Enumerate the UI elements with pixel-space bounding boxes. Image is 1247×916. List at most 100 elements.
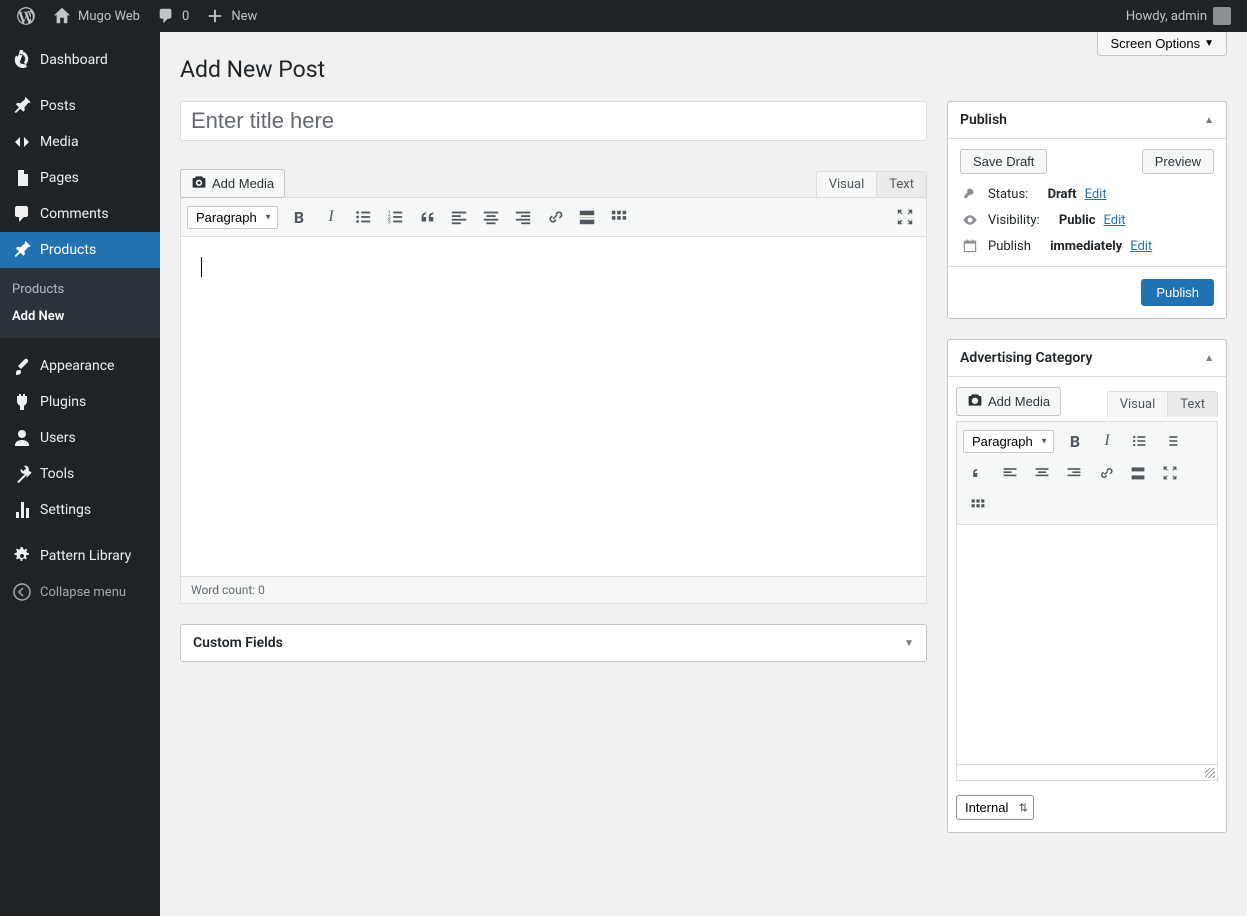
bullet-list-button[interactable] <box>348 202 378 232</box>
adv-readmore-button[interactable] <box>1123 458 1153 488</box>
adv-bullet-list-button[interactable] <box>1124 426 1154 456</box>
submenu-add-new[interactable]: Add New <box>0 303 160 330</box>
brush-icon <box>12 356 32 376</box>
wordpress-icon <box>16 6 36 26</box>
add-media-label: Add Media <box>212 176 274 191</box>
sidebar-item-dashboard[interactable]: Dashboard <box>0 42 160 78</box>
home-icon <box>52 6 72 26</box>
page-icon <box>12 168 32 188</box>
editor-content[interactable] <box>180 237 927 577</box>
collapse-icon <box>12 582 32 602</box>
sidebar-item-pattern-library[interactable]: Pattern Library <box>0 538 160 574</box>
adv-align-left-button[interactable] <box>995 458 1025 488</box>
sidebar-label-products: Products <box>40 242 96 258</box>
tab-text[interactable]: Text <box>876 171 927 197</box>
publish-heading: Publish <box>960 112 1007 128</box>
bold-button[interactable]: B <box>284 202 314 232</box>
new-item[interactable]: New <box>197 0 265 32</box>
visibility-row: Visibility: Public Edit <box>960 212 1214 228</box>
media-icon <box>12 132 32 152</box>
adv-align-right-button[interactable] <box>1059 458 1089 488</box>
admin-bar: Mugo Web 0 New Howdy, admin <box>0 0 1247 32</box>
toolbar-toggle-button[interactable] <box>604 202 634 232</box>
sidebar-label-tools: Tools <box>40 466 74 482</box>
adv-add-media-label: Add Media <box>988 394 1050 409</box>
quote-button[interactable] <box>412 202 442 232</box>
sidebar-label-plugins: Plugins <box>40 394 86 410</box>
comments-item[interactable]: 0 <box>148 0 197 32</box>
save-draft-button[interactable]: Save Draft <box>960 149 1047 174</box>
sidebar-item-settings[interactable]: Settings <box>0 492 160 528</box>
chevron-up-icon: ▲ <box>1204 353 1214 364</box>
sidebar-item-plugins[interactable]: Plugins <box>0 384 160 420</box>
publish-button[interactable]: Publish <box>1141 279 1214 306</box>
align-left-button[interactable] <box>444 202 474 232</box>
category-select[interactable]: Internal <box>956 795 1034 820</box>
edit-visibility-link[interactable]: Edit <box>1104 213 1126 228</box>
advertising-toggle[interactable]: Advertising Category ▲ <box>948 340 1226 377</box>
submenu-products[interactable]: Products <box>0 276 160 303</box>
sidebar-item-products[interactable]: Products <box>0 232 160 268</box>
adv-add-media-button[interactable]: Add Media <box>956 387 1061 416</box>
sidebar-item-users[interactable]: Users <box>0 420 160 456</box>
chevron-down-icon: ▼ <box>904 638 914 649</box>
user-icon <box>12 428 32 448</box>
adv-bold-button[interactable]: B <box>1060 426 1090 456</box>
edit-status-link[interactable]: Edit <box>1085 187 1107 202</box>
align-right-button[interactable] <box>508 202 538 232</box>
publish-box: Publish ▲ Save Draft Preview <box>947 101 1227 319</box>
publish-toggle[interactable]: Publish ▲ <box>948 102 1226 139</box>
adv-fullscreen-button[interactable] <box>1155 458 1185 488</box>
readmore-button[interactable] <box>572 202 602 232</box>
sidebar-item-appearance[interactable]: Appearance <box>0 348 160 384</box>
post-title-input[interactable] <box>180 101 927 141</box>
chevron-up-icon: ▲ <box>1204 115 1214 126</box>
comments-icon <box>12 204 32 224</box>
number-list-button[interactable]: 123 <box>380 202 410 232</box>
sidebar-label-comments: Comments <box>40 206 109 222</box>
preview-button[interactable]: Preview <box>1142 149 1214 174</box>
sidebar-label-media: Media <box>40 134 79 150</box>
plus-icon <box>205 6 225 26</box>
advertising-heading: Advertising Category <box>960 350 1092 366</box>
sidebar-item-tools[interactable]: Tools <box>0 456 160 492</box>
sidebar-label-pages: Pages <box>40 170 79 186</box>
adv-tab-text[interactable]: Text <box>1167 391 1218 417</box>
sidebar-item-pages[interactable]: Pages <box>0 160 160 196</box>
sidebar-item-posts[interactable]: Posts <box>0 88 160 124</box>
italic-button[interactable]: I <box>316 202 346 232</box>
adv-link-button[interactable] <box>1091 458 1121 488</box>
wp-logo[interactable] <box>8 0 44 32</box>
advertising-box: Advertising Category ▲ Add Media Visual <box>947 339 1227 833</box>
adv-format-select[interactable]: Paragraph <box>963 430 1054 453</box>
link-button[interactable] <box>540 202 570 232</box>
site-name-item[interactable]: Mugo Web <box>44 0 148 32</box>
add-media-button[interactable]: Add Media <box>180 169 285 198</box>
sidebar-item-comments[interactable]: Comments <box>0 196 160 232</box>
new-label: New <box>231 9 257 24</box>
sidebar-collapse[interactable]: Collapse menu <box>0 574 160 610</box>
edit-schedule-link[interactable]: Edit <box>1130 239 1152 254</box>
adv-quote-button[interactable] <box>963 458 993 488</box>
align-center-button[interactable] <box>476 202 506 232</box>
resize-handle[interactable] <box>956 765 1218 781</box>
adv-align-center-button[interactable] <box>1027 458 1057 488</box>
sidebar-label-appearance: Appearance <box>40 358 114 374</box>
eye-icon <box>960 212 980 228</box>
sidebar-label-posts: Posts <box>40 98 76 114</box>
adv-tab-visual[interactable]: Visual <box>1107 391 1168 417</box>
screen-options-button[interactable]: Screen Options ▼ <box>1097 32 1227 56</box>
sidebar-item-media[interactable]: Media <box>0 124 160 160</box>
adv-number-list-button[interactable] <box>1156 426 1186 456</box>
format-select[interactable]: Paragraph <box>187 206 278 229</box>
adv-italic-button[interactable]: I <box>1092 426 1122 456</box>
avatar-icon <box>1213 7 1231 25</box>
fullscreen-button[interactable] <box>890 202 920 232</box>
custom-fields-toggle[interactable]: Custom Fields ▼ <box>181 625 926 661</box>
adv-editor-content[interactable] <box>956 525 1218 765</box>
site-name-label: Mugo Web <box>78 9 140 24</box>
tab-visual[interactable]: Visual <box>816 171 877 197</box>
account-item[interactable]: Howdy, admin <box>1118 0 1239 32</box>
adv-toolbar-toggle-button[interactable] <box>963 490 993 520</box>
plugin-icon <box>12 392 32 412</box>
